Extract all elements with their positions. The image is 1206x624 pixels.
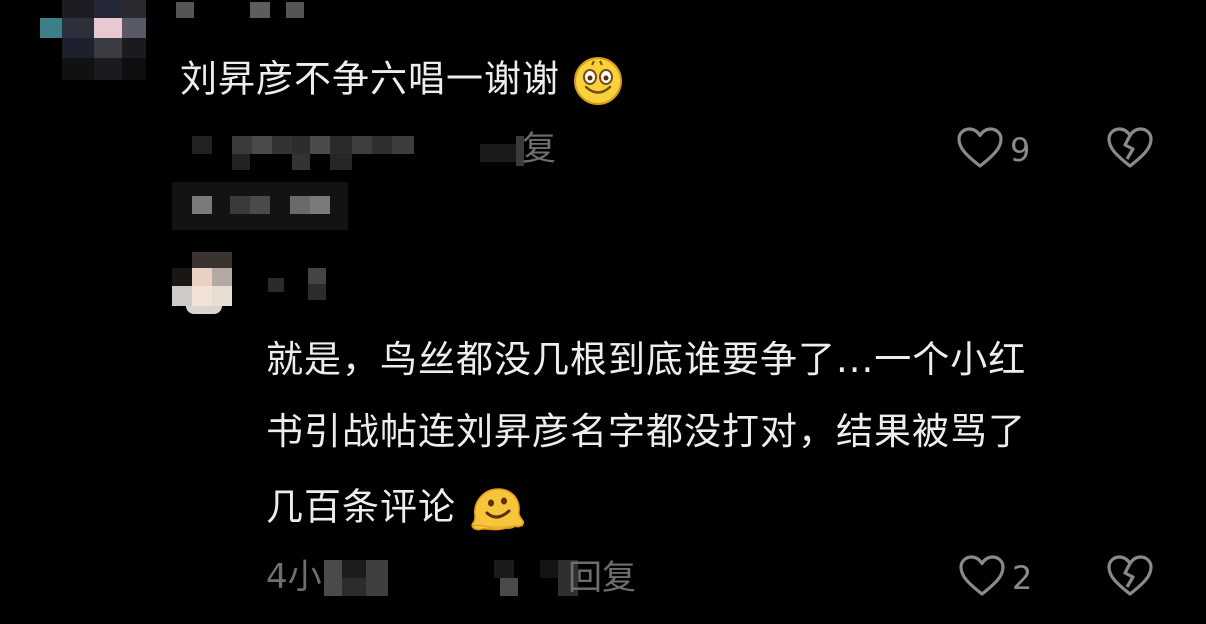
reply-like-count: 2: [1012, 559, 1033, 597]
melting-face-icon: [469, 486, 525, 532]
comment-username[interactable]: [170, 0, 310, 22]
reply-text-line-3: 几百条评论: [266, 485, 456, 529]
broken-heart-icon: [1106, 126, 1154, 174]
reply-text-line-2: 书引战帖连刘昇彦名字都没打对，结果被骂了: [266, 410, 1026, 453]
reply-reply-button[interactable]: 回复: [568, 561, 636, 595]
reply-time: 4小: [266, 557, 322, 597]
reply-like-button[interactable]: 2: [958, 554, 1032, 602]
reply-username[interactable]: [268, 268, 338, 308]
reply-text-line-3-wrapper: 几百条评论: [266, 486, 525, 532]
comment-like-button[interactable]: 9: [956, 126, 1030, 174]
comment-dislike-button[interactable]: [1106, 126, 1154, 174]
comment-body: 刘昇彦不争六唱一谢谢: [180, 57, 560, 101]
comment-time: [180, 130, 430, 174]
broken-heart-icon: [1106, 554, 1154, 602]
heart-icon: [958, 554, 1006, 602]
comment-text: 刘昇彦不争六唱一谢谢: [180, 56, 623, 106]
smiley-face-icon: [573, 56, 623, 106]
comment-reply-button[interactable]: 复: [522, 132, 556, 166]
reply-dislike-button[interactable]: [1106, 554, 1154, 602]
reply-avatar[interactable]: [172, 248, 236, 318]
heart-icon: [956, 126, 1004, 174]
expand-replies[interactable]: [172, 176, 352, 232]
reply-text-line-1: 就是，鸟丝都没几根到底谁要争了...一个小红: [266, 338, 1027, 381]
comment-avatar[interactable]: [36, 0, 156, 92]
comment-like-count: 9: [1010, 131, 1031, 169]
